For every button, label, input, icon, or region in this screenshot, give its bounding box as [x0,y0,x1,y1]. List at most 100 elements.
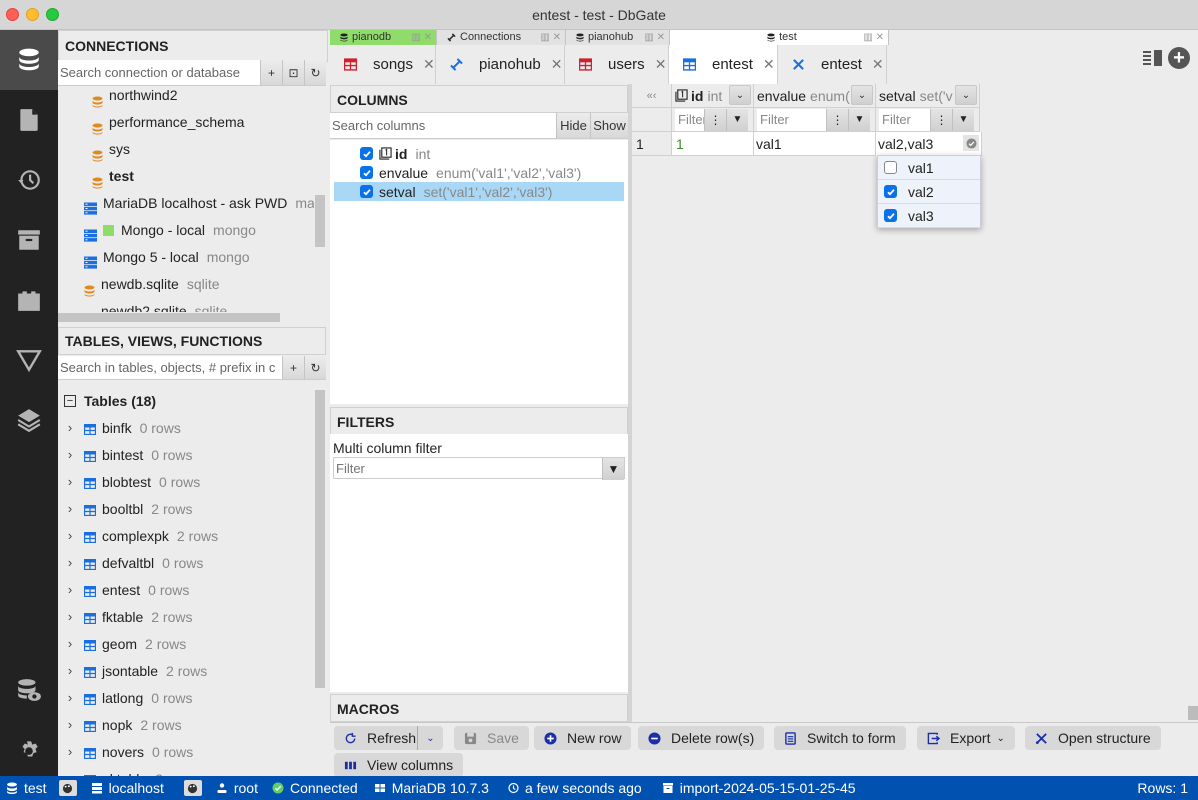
connection-item[interactable]: test [92,163,134,190]
status-server[interactable]: localhost [91,780,164,796]
expand-chevron-icon[interactable]: › [58,555,82,570]
plugin-icon[interactable] [0,270,58,330]
new-tab-plus-icon[interactable]: + [1168,47,1190,69]
close-tab-icon[interactable]: ✕ [551,56,563,73]
filter-options-icon[interactable]: ⋮ [930,108,952,131]
tab-group-controls[interactable]: ▥ ✕ [405,30,432,45]
expand-chevron-icon[interactable]: › [58,663,82,678]
close-tab-icon[interactable]: ✕ [655,56,667,73]
delete-rows-button[interactable]: Delete row(s) [638,726,765,750]
refresh-button[interactable]: Refresh ⌄ [334,726,443,750]
filter-funnel-icon[interactable]: ▼ [726,108,748,131]
expand-chevron-icon[interactable]: › [58,636,82,651]
editor-tab[interactable]: pianohub ✕ [436,45,565,84]
expand-chevron-icon[interactable]: › [58,690,82,705]
connections-vscrollbar[interactable] [315,195,325,247]
tab-group-controls[interactable]: ▥ ✕ [534,30,561,45]
layers-icon[interactable] [0,390,58,450]
refresh-connections-button[interactable]: ↻ [304,60,326,85]
expand-chevron-icon[interactable]: › [58,447,82,462]
column-header[interactable]: envalue enum(⌄ [754,84,876,108]
set-option-checkbox[interactable] [884,209,897,222]
expand-chevron-icon[interactable]: › [58,474,82,489]
connections-hscrollbar[interactable] [58,313,280,322]
filter-options-icon[interactable]: ⋮ [826,108,848,131]
tab-group-controls[interactable]: ▥ ✕ [857,30,884,45]
close-tab-icon[interactable]: ✕ [763,56,775,73]
table-item[interactable]: › booltbl 2 rows [58,495,193,522]
add-folder-button[interactable]: ⊡ [282,60,304,85]
set-option-checkbox[interactable] [884,185,897,198]
switch-to-form-button[interactable]: Switch to form [774,726,906,750]
expand-chevron-icon[interactable]: › [58,420,82,435]
expand-chevron-icon[interactable]: › [58,609,82,624]
expand-chevron-icon[interactable]: › [58,744,82,759]
filter-options-icon[interactable]: ⋮ [704,108,726,131]
show-columns-button[interactable]: Show [590,113,628,138]
set-option-checkbox[interactable] [884,161,897,174]
status-database[interactable]: test [6,780,47,796]
cell-setval[interactable]: val2,val3 [876,132,982,156]
set-option[interactable]: val2 [878,180,980,204]
filter-funnel-icon[interactable]: ▼ [848,108,870,131]
table-item[interactable]: › entest 0 rows [58,576,190,603]
hide-columns-button[interactable]: Hide [556,113,590,138]
table-item[interactable]: › fktable 2 rows [58,603,193,630]
connection-item[interactable]: Mongo 5 - local mongo [84,244,250,271]
table-item[interactable]: › nopk 2 rows [58,711,182,738]
archive-icon[interactable] [0,210,58,270]
db-tab-group[interactable]: pianohub ▥ ✕ [566,30,670,45]
close-tab-icon[interactable]: ✕ [423,56,435,73]
column-menu-chevron-icon[interactable]: ⌄ [851,85,873,105]
connection-item[interactable]: newdb.sqlite sqlite [84,271,220,298]
column-filter-input[interactable] [675,108,704,131]
editor-tab[interactable]: songs ✕ [330,45,436,84]
cell-id[interactable]: 1 [672,132,754,156]
filter-funnel-icon[interactable]: ▼ [952,108,974,131]
refresh-dropdown-chevron-icon[interactable]: ⌄ [417,726,443,750]
set-option[interactable]: val3 [878,204,980,228]
table-item[interactable]: › bintest 0 rows [58,441,193,468]
columns-search-input[interactable] [330,113,556,138]
connection-item[interactable]: Mongo - local mongo [84,217,256,244]
expand-chevron-icon[interactable]: › [58,501,82,516]
connections-search-input[interactable] [58,60,260,85]
editor-tab[interactable]: entest ✕ [778,45,887,84]
row-number[interactable]: 1 [632,132,672,156]
multi-filter-button[interactable]: ▼ [602,458,624,480]
table-item[interactable]: › binfk 0 rows [58,414,181,441]
connection-item[interactable]: sys [92,136,130,163]
close-tab-icon[interactable]: ✕ [872,56,884,73]
column-header[interactable]: setval set('v ⌄ [876,84,980,108]
column-checkbox[interactable] [360,166,373,179]
save-button[interactable]: Save [454,726,529,750]
table-item[interactable]: › complexpk 2 rows [58,522,218,549]
column-item[interactable]: setval set('val1','val2','val3') [334,182,624,201]
editor-tab[interactable]: users ✕ [565,45,669,84]
open-structure-button[interactable]: Open structure [1025,726,1161,750]
status-archive[interactable]: import-2024-05-15-01-25-45 [662,780,856,796]
table-item[interactable]: › novers 0 rows [58,738,193,765]
column-filter-input[interactable] [757,108,826,131]
filter-triangle-icon[interactable] [0,330,58,390]
multi-column-filter-input[interactable] [334,458,602,478]
db-tab-group[interactable]: test ▥ ✕ [670,30,889,45]
expand-chevron-icon[interactable]: › [58,582,82,597]
column-menu-chevron-icon[interactable]: ⌄ [729,85,751,105]
layout-toggle-icon[interactable] [1143,50,1163,66]
cell-envalue[interactable]: val1 [754,132,876,156]
minimize-window-button[interactable] [26,8,39,21]
connection-item[interactable]: newdb2.sqlite sqlite [84,298,227,312]
confirm-check-icon[interactable] [963,135,979,151]
table-item[interactable]: › jsontable 2 rows [58,657,207,684]
database-eye-icon[interactable] [0,660,58,720]
view-columns-button[interactable]: View columns [334,753,464,777]
connection-item[interactable]: MariaDB localhost - ask PWD ma [84,190,314,217]
set-option[interactable]: val1 [878,156,980,180]
column-checkbox[interactable] [360,185,373,198]
new-row-button[interactable]: New row [534,726,632,750]
column-filter-input[interactable] [879,108,930,131]
expand-chevron-icon[interactable]: › [58,528,82,543]
table-item[interactable]: › blobtest 0 rows [58,468,200,495]
connection-item[interactable]: performance_schema [92,109,244,136]
